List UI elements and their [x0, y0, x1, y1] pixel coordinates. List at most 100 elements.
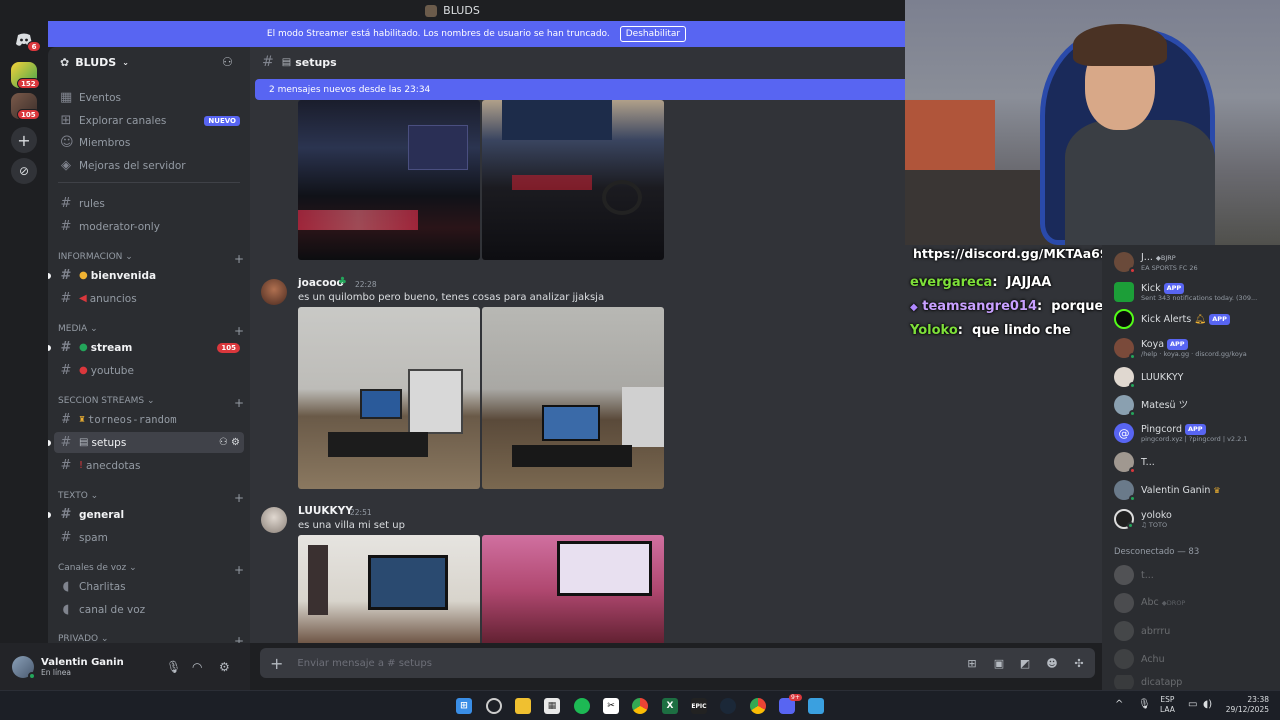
sidebar-item-miembros[interactable]: ☺ Miembros — [54, 132, 244, 153]
avatar[interactable] — [12, 655, 36, 680]
steam-icon[interactable] — [720, 698, 736, 714]
attachment-image[interactable] — [482, 307, 664, 489]
voice-channel-charlitas[interactable]: ◖ Charlitas — [54, 576, 244, 597]
apps-icon[interactable]: ✣ — [1073, 657, 1085, 670]
member-item[interactable]: yoloko ♫ TOTO — [1114, 507, 1279, 531]
channel-youtube[interactable]: # ● youtube — [54, 360, 244, 381]
member-item[interactable]: Kick APP Sent 343 notifications today. (30… — [1114, 280, 1279, 304]
gift-icon[interactable]: ⊞ — [966, 657, 978, 670]
file-explorer-icon[interactable] — [515, 698, 531, 714]
channel-label: canal de voz — [79, 603, 146, 616]
channel-general[interactable]: # general — [48, 504, 244, 525]
attachment-image[interactable] — [482, 100, 664, 260]
chrome-icon[interactable] — [632, 698, 648, 714]
clock[interactable]: 23:38 29/12/2025 — [1225, 695, 1269, 715]
settings-gear-icon[interactable]: ⚙ — [219, 660, 230, 674]
member-item[interactable]: Koya APP/help · koya.gg · discord.gg/koya — [1114, 336, 1279, 360]
chevron-up-icon[interactable]: ^ — [1115, 699, 1123, 710]
epic-games-icon[interactable]: EPIC — [691, 698, 707, 714]
add-channel-icon[interactable]: + — [234, 324, 244, 338]
microphone-icon[interactable]: 🎙︎ — [166, 660, 181, 674]
category-media[interactable]: MEDIA ⌄ + — [58, 324, 244, 338]
discover-icon[interactable]: ⊘ — [11, 158, 37, 184]
add-channel-icon[interactable]: + — [234, 563, 244, 577]
member-name: abrrru — [1141, 625, 1171, 637]
channel-rules[interactable]: # rules — [54, 193, 244, 214]
member-item[interactable]: J... ◆BJRP EA SPORTS FC 26 — [1114, 250, 1279, 274]
message-author[interactable]: LUUKKYY — [298, 505, 353, 517]
member-item[interactable]: T... — [1114, 450, 1279, 474]
gif-icon[interactable]: ▣ — [993, 657, 1005, 670]
user-status: En línea — [41, 667, 72, 677]
trophy-icon: ♜ — [79, 414, 86, 425]
spotify-icon[interactable] — [574, 698, 590, 714]
channel-moderator-only[interactable]: # moderator-only — [54, 216, 244, 237]
attachment-image[interactable] — [298, 100, 480, 260]
volume-icon[interactable]: ◖) — [1203, 699, 1212, 710]
user-info[interactable]: Valentin Ganin En línea — [41, 657, 124, 677]
message-author[interactable]: joacooo — [298, 277, 344, 289]
excel-icon[interactable]: X — [662, 698, 678, 714]
sidebar-item-explorar[interactable]: ⊞ Explorar canales NUEVO — [54, 110, 244, 131]
avatar[interactable] — [261, 507, 287, 533]
add-attachment-icon[interactable]: + — [270, 654, 283, 673]
voice-channel-canal-de-voz[interactable]: ◖ canal de voz — [54, 599, 244, 620]
member-item[interactable]: Abc ◆DROP — [1114, 591, 1279, 615]
channel-spam[interactable]: # spam — [54, 527, 244, 548]
member-item[interactable]: Kick Alerts 🔔︎ APP — [1114, 307, 1279, 331]
category-texto[interactable]: TEXTO ⌄ + — [58, 491, 244, 505]
windows-start-icon[interactable]: ⊞ — [456, 698, 472, 714]
channel-setups[interactable]: # ▤ setups ⚇ ⚙ — [48, 432, 244, 453]
member-item[interactable]: @ Pingcord APP pingcord.xyz | ?pingcord | v… — [1114, 421, 1279, 445]
attachment-image[interactable] — [298, 535, 480, 643]
member-item[interactable]: Achu — [1114, 647, 1279, 671]
green-dot-icon: ● — [79, 342, 88, 353]
add-channel-icon[interactable]: + — [234, 252, 244, 266]
member-item[interactable]: abrrru — [1114, 619, 1279, 643]
category-seccion-streams[interactable]: SECCION STREAMS ⌄ + — [58, 396, 244, 410]
disable-streamer-button[interactable]: Deshabilitar — [619, 26, 687, 42]
channel-label: moderator-only — [79, 220, 160, 233]
copilot-icon[interactable] — [486, 698, 502, 714]
attachment-image[interactable] — [482, 535, 664, 643]
person-torso — [1065, 120, 1215, 245]
channel-torneos-random[interactable]: # ♜ torneos-random — [54, 409, 244, 430]
channel-anuncios[interactable]: # ◀ anuncios — [54, 288, 244, 309]
capcut-icon[interactable]: ✂ — [603, 698, 619, 714]
notepad-icon[interactable] — [808, 698, 824, 714]
language-indicator[interactable]: ESP LAA — [1160, 695, 1175, 715]
sidebar-item-mejoras[interactable]: ◈ Mejoras del servidor — [54, 155, 244, 176]
message-composer[interactable]: + Enviar mensaje a # setups ⊞ ▣ ◩ ☻ ✣ — [260, 648, 1095, 678]
new-messages-bar[interactable]: 2 mensajes nuevos desde las 23:34 — [255, 79, 905, 100]
headphones-icon[interactable]: ◠ — [192, 660, 202, 674]
chrome-icon[interactable] — [750, 698, 766, 714]
member-item[interactable]: t... — [1114, 563, 1279, 587]
emoji-icon: ● — [79, 270, 88, 281]
channel-anecdotas[interactable]: #! anecdotas — [54, 455, 244, 476]
sidebar-item-eventos[interactable]: ▦ Eventos — [54, 87, 244, 108]
server-icon — [425, 4, 438, 17]
attachment-image[interactable] — [298, 307, 480, 489]
add-channel-icon[interactable]: + — [234, 396, 244, 410]
invite-people-icon[interactable]: ⚇ — [222, 55, 233, 69]
network-icon[interactable]: ▭ — [1188, 699, 1197, 710]
microphone-icon[interactable]: 🎙︎ — [1138, 699, 1151, 710]
sticker-icon[interactable]: ◩ — [1019, 657, 1031, 670]
server-header[interactable]: ✿ BLUDS ⌄ ⚇ — [48, 47, 250, 77]
add-channel-icon[interactable]: + — [234, 491, 244, 505]
channel-stream[interactable]: # ● stream 105 — [48, 337, 244, 358]
member-item[interactable]: LUUKKYY — [1114, 365, 1279, 389]
category-canales-de-voz[interactable]: Canales de voz ⌄ + — [58, 563, 244, 577]
category-informacion[interactable]: INFORMACION ⌄ + — [58, 252, 244, 266]
store-icon[interactable]: ▦ — [544, 698, 560, 714]
member-item[interactable]: dicatapp — [1114, 675, 1279, 689]
member-item[interactable]: Matesü ツ — [1114, 393, 1279, 417]
channel-bienvenida[interactable]: # ● bienvenida — [48, 265, 244, 286]
avatar[interactable] — [261, 279, 287, 305]
invite-icon[interactable]: ⚇ ⚙ — [219, 437, 240, 448]
chat-text: JAJJAA — [1006, 275, 1052, 290]
server-name: BLUDS — [75, 55, 117, 69]
emoji-icon[interactable]: ☻ — [1046, 657, 1058, 670]
add-server-icon[interactable]: + — [11, 127, 37, 153]
member-item[interactable]: Valentin Ganin ♛ — [1114, 478, 1279, 502]
